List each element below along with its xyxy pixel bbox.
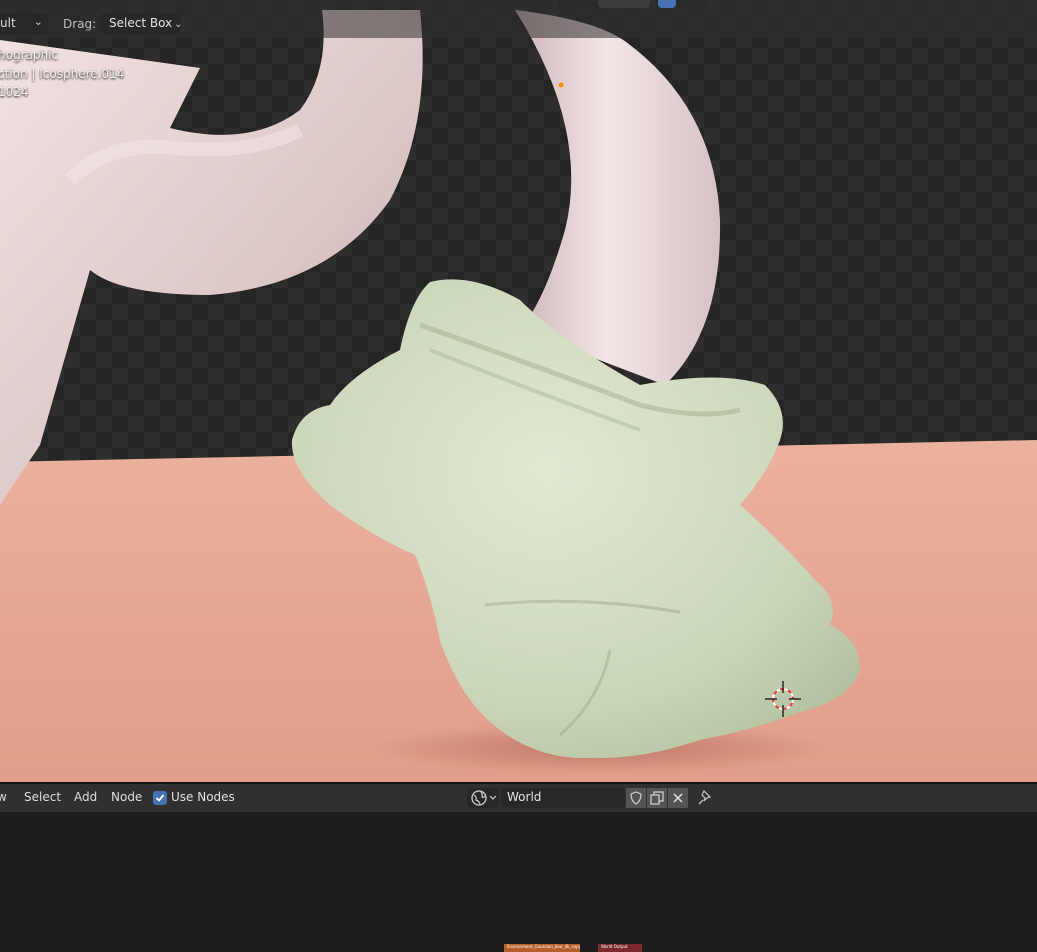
chevron-down-icon: ⌄ [33,15,43,28]
unlink-button[interactable] [668,788,688,808]
drag-label: Drag: [63,17,97,31]
pin-icon [698,789,712,805]
pivot-dropdown[interactable] [558,0,592,8]
snap-toggle[interactable] [598,0,650,8]
top-menu-partial[interactable] [0,0,120,8]
fake-user-shield-icon [630,791,642,805]
world-output-node[interactable]: World Output [598,944,642,952]
menu-view[interactable]: w [0,790,7,804]
menu-select[interactable]: Select [24,790,61,804]
render-scene [0,10,1037,782]
interaction-mode-dropdown[interactable]: ult ⌄ [0,13,48,35]
collection-object-text: ction | Icosphere.014 [0,67,125,81]
fake-user-button[interactable] [626,788,646,808]
drag-select-value: Select Box [109,16,173,30]
pin-button[interactable] [695,788,715,808]
3d-viewport[interactable]: ult ⌄ Drag: Select Box ⌄ hographic ction … [0,0,1037,782]
duplicate-button[interactable] [647,788,667,808]
menu-add[interactable]: Add [74,790,97,804]
view-projection-text: hographic [0,48,59,62]
transform-orientation-dropdown[interactable] [472,0,552,8]
menu-node[interactable]: Node [111,790,142,804]
use-nodes-label[interactable]: Use Nodes [171,790,235,804]
viewport-header: ult ⌄ Drag: Select Box ⌄ [0,0,1037,38]
drag-select-dropdown[interactable]: Select Box ⌄ [101,13,183,35]
proportional-edit-icon[interactable] [658,0,676,8]
chevron-down-icon: ⌄ [174,19,183,30]
checkmark-icon [155,794,165,802]
world-icon [471,790,497,806]
use-nodes-checkbox[interactable] [153,791,167,805]
world-name-field[interactable]: World [501,788,625,808]
interaction-mode-label: ult [0,16,16,30]
render-samples-text: 1024 [0,85,29,99]
duplicate-icon [650,791,664,805]
close-icon [673,793,683,803]
object-origin-dot [558,82,564,88]
node-editor-canvas[interactable] [0,812,1037,952]
world-browse-button[interactable] [467,788,499,808]
image-texture-node[interactable]: Environment_Gaussian_blur_4k_copy_2.exr [504,944,580,952]
